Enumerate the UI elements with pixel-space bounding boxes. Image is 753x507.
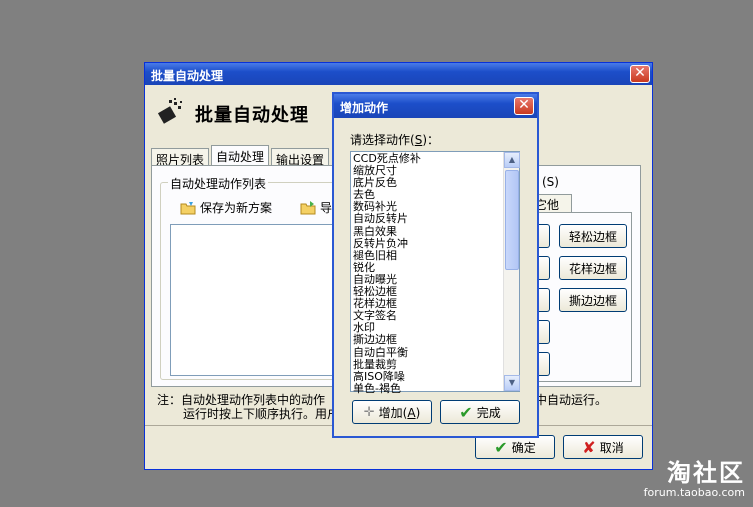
save-scheme-button[interactable]: 保存为新方案 xyxy=(180,199,272,216)
main-dialog-title: 批量自动处理 xyxy=(151,69,224,83)
scroll-thumb[interactable] xyxy=(505,170,519,270)
main-close-button[interactable]: ✕ xyxy=(630,65,650,83)
tab-photo-list[interactable]: 照片列表 xyxy=(151,148,210,167)
right-group-title: (S) xyxy=(542,175,559,189)
action-option[interactable]: 单色-褐色 xyxy=(353,382,421,395)
select-action-prompt: 请选择动作(S)： xyxy=(350,133,440,147)
save-scheme-label: 保存为新方案 xyxy=(200,201,273,215)
pattern-frame-button[interactable]: 花样边框 xyxy=(559,256,627,280)
done-button[interactable]: ✔ 完成 xyxy=(440,400,520,424)
plus-icon: ✛ xyxy=(363,404,375,420)
scroll-down-button[interactable]: ▼ xyxy=(504,375,520,391)
easy-frame-button[interactable]: 轻松边框 xyxy=(559,224,627,248)
cross-icon: ✘ xyxy=(582,437,596,457)
watermark-brand: 淘社区 xyxy=(667,459,745,487)
cancel-label: 取消 xyxy=(599,440,624,455)
prompt-label: 请选择动作 xyxy=(350,133,411,147)
action-select-list[interactable]: CCD死点修补 缩放尺寸 底片反色 去色 数码补光 自动反转片 黑白效果 反转片负冲 褪色旧相锐… xyxy=(350,151,520,395)
scroll-up-button[interactable]: ▲ xyxy=(504,152,520,168)
watermark: 淘社区 forum.taobao.com xyxy=(644,460,745,499)
ok-label: 确定 xyxy=(511,440,536,455)
auto-action-listbox[interactable] xyxy=(170,224,345,376)
done-label: 完成 xyxy=(476,405,501,420)
watermark-url: forum.taobao.com xyxy=(643,486,745,499)
add-dialog-title: 增加动作 xyxy=(340,101,389,115)
add-button[interactable]: ✛ 增加(A) xyxy=(352,400,432,424)
check-icon: ✔ xyxy=(459,402,473,422)
add-close-button[interactable]: ✕ xyxy=(514,97,534,115)
main-dialog-titlebar[interactable]: 批量自动处理 xyxy=(145,63,652,85)
action-option[interactable]: 自动白平衡 xyxy=(353,346,421,359)
tab-output-settings[interactable]: 输出设置 xyxy=(271,148,330,167)
action-option[interactable]: 撕边边框 xyxy=(353,334,421,346)
ok-button[interactable]: ✔ 确定 xyxy=(475,435,555,459)
action-option[interactable]: 批量裁剪 xyxy=(353,358,421,371)
add-label: 增加(A) xyxy=(378,405,421,420)
cancel-button[interactable]: ✘ 取消 xyxy=(563,435,643,459)
header-icon xyxy=(157,97,185,125)
note-line-2: 运行时按上下顺序执行。用户 xyxy=(183,407,340,421)
action-option[interactable]: 反转片负冲 xyxy=(353,237,421,250)
folder-save-icon xyxy=(180,201,196,215)
add-dialog-titlebar[interactable]: 增加动作 xyxy=(334,94,537,118)
tab-auto-process[interactable]: 自动处理 xyxy=(211,145,270,166)
import-button[interactable]: 导 xyxy=(300,199,332,216)
action-options[interactable]: CCD死点修补 缩放尺寸 底片反色 去色 数码补光 自动反转片 黑白效果 反转片负冲 褪色旧相锐… xyxy=(353,152,421,395)
action-option[interactable]: 高ISO降噪 xyxy=(353,370,421,383)
note-line-1-tail: 中自动运行。 xyxy=(535,393,608,407)
add-action-dialog: 增加动作 ✕ 请选择动作(S)： CCD死点修补 缩放尺寸 底片反色 去色 数码补光 自动… xyxy=(332,92,539,438)
prompt-shortcut: S xyxy=(414,133,423,147)
action-list-scrollbar[interactable]: ▲ ▼ xyxy=(503,152,520,391)
torn-edge-frame-button[interactable]: 撕边边框 xyxy=(559,288,627,312)
folder-open-icon xyxy=(300,200,316,215)
header-title: 批量自动处理 xyxy=(195,105,309,126)
action-list-group-title: 自动处理动作列表 xyxy=(168,175,269,192)
import-label: 导 xyxy=(320,201,333,215)
check-icon: ✔ xyxy=(494,437,508,457)
action-option[interactable]: 黑白效果 xyxy=(353,225,421,238)
action-option[interactable]: 自动反转片 xyxy=(353,213,421,225)
